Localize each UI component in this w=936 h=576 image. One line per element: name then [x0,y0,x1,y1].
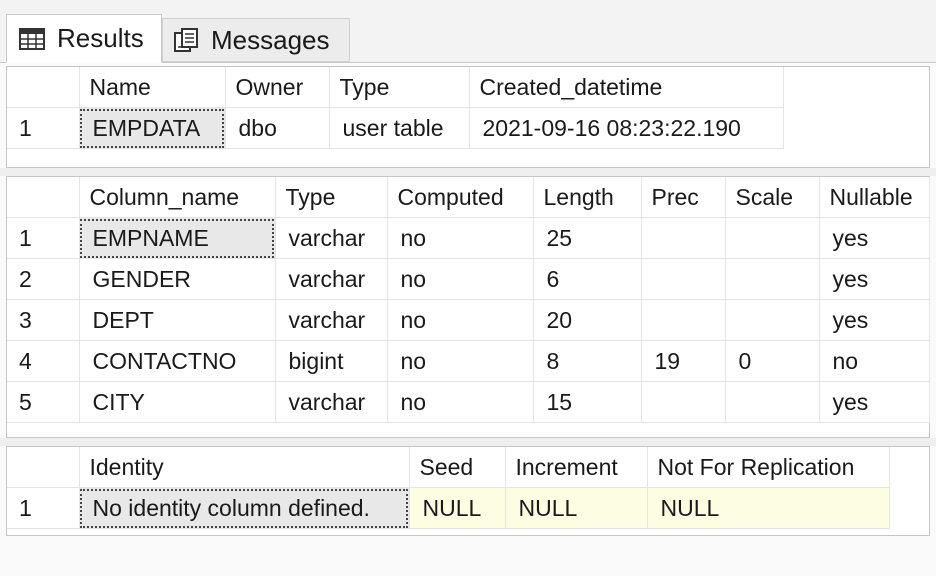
grid-cell[interactable] [725,299,820,341]
column-header[interactable]: Owner [225,67,330,108]
table-row: 4 CONTACTNO bigint no 8 19 0 no [7,340,930,382]
grid-cell[interactable] [641,217,726,259]
results-tabstrip: Results Messages [0,0,936,63]
grid-cell[interactable]: NULL [409,487,506,529]
grid-cell[interactable]: varchar [275,258,388,300]
row-number[interactable]: 2 [7,258,80,300]
grid-cell[interactable] [725,381,820,423]
grid-cell[interactable]: bigint [275,340,388,382]
grid-cell[interactable]: no [387,299,534,341]
identity-info-grid[interactable]: Identity Seed Increment Not For Replicat… [6,446,930,536]
grid-cell[interactable]: no [387,381,534,423]
table-row: 2 GENDER varchar no 6 yes [7,258,930,300]
grid-cell[interactable]: NULL [647,487,890,529]
grid-cell[interactable]: EMPNAME [79,217,276,259]
header-row: Column_name Type Computed Length Prec Sc… [7,177,930,218]
row-number[interactable]: 1 [7,487,80,529]
grid-cell[interactable]: yes [819,381,930,423]
grid-cell[interactable]: 20 [533,299,642,341]
column-header[interactable]: Not For Replication [647,447,890,488]
column-header[interactable]: Length [533,177,642,218]
column-header[interactable]: Nullable [819,177,930,218]
column-header[interactable]: Prec [641,177,726,218]
grid-cell[interactable]: 0 [725,340,820,382]
grid-cell[interactable]: No identity column defined. [79,487,410,529]
grid-cell[interactable]: no [387,340,534,382]
grid-cell[interactable]: varchar [275,217,388,259]
grid-cell[interactable]: 8 [533,340,642,382]
grid-cell[interactable]: 2021-09-16 08:23:22.190 [469,107,784,149]
grid-cell[interactable]: varchar [275,381,388,423]
grid-cell[interactable]: 25 [533,217,642,259]
column-header[interactable]: Seed [409,447,506,488]
grid-cell[interactable]: CITY [79,381,276,423]
grid-cell[interactable]: no [819,340,930,382]
grid-cell[interactable] [641,381,726,423]
column-header[interactable]: Created_datetime [469,67,784,108]
table-info-grid[interactable]: Name Owner Type Created_datetime 1 EMPDA… [6,66,930,168]
table-row: 3 DEPT varchar no 20 yes [7,299,930,341]
grid-cell[interactable]: 15 [533,381,642,423]
rownum-header [7,447,80,488]
grid-cell[interactable]: varchar [275,299,388,341]
grid-cell[interactable]: CONTACTNO [79,340,276,382]
table-row: 1 EMPDATA dbo user table 2021-09-16 08:2… [7,107,784,149]
grid-cell[interactable] [725,258,820,300]
row-number[interactable]: 5 [7,381,80,423]
column-header[interactable]: Column_name [79,177,276,218]
grid-cell[interactable] [641,258,726,300]
rownum-header [7,177,80,218]
row-number[interactable]: 3 [7,299,80,341]
tab-messages-label: Messages [211,24,330,55]
column-header[interactable]: Increment [505,447,648,488]
grid-cell[interactable]: no [387,217,534,259]
row-number[interactable]: 1 [7,107,80,149]
column-info-grid[interactable]: Column_name Type Computed Length Prec Sc… [6,176,930,438]
grid-cell[interactable]: EMPDATA [79,107,226,149]
tab-messages[interactable]: Messages [162,18,350,62]
grid-cell[interactable]: dbo [225,107,330,149]
column-header[interactable]: Type [275,177,388,218]
grid-cell[interactable] [725,217,820,259]
grid-cell[interactable]: 6 [533,258,642,300]
column-header[interactable]: Computed [387,177,534,218]
column-header[interactable]: Name [79,67,226,108]
grid-icon [19,27,45,50]
grid-cell[interactable]: yes [819,258,930,300]
messages-icon [173,27,199,53]
column-header[interactable]: Type [329,67,470,108]
rownum-header [7,67,80,108]
grid-cell[interactable]: 19 [641,340,726,382]
grid-cell[interactable]: yes [819,217,930,259]
header-row: Name Owner Type Created_datetime [7,67,784,108]
tab-results[interactable]: Results [6,14,162,63]
grid-cell[interactable]: yes [819,299,930,341]
grid-separator [0,438,936,446]
tab-results-label: Results [57,23,144,53]
grid-cell[interactable]: NULL [505,487,648,529]
row-number[interactable]: 1 [7,217,80,259]
grid-cell[interactable]: user table [329,107,470,149]
table-row: 1 No identity column defined. NULL NULL … [7,487,890,529]
header-row: Identity Seed Increment Not For Replicat… [7,447,890,488]
table-row: 1 EMPNAME varchar no 25 yes [7,217,930,259]
grid-separator [0,168,936,176]
grid-cell[interactable]: DEPT [79,299,276,341]
grid-cell[interactable]: no [387,258,534,300]
grid-cell[interactable] [641,299,726,341]
column-header[interactable]: Scale [725,177,820,218]
column-header[interactable]: Identity [79,447,410,488]
grid-cell[interactable]: GENDER [79,258,276,300]
table-row: 5 CITY varchar no 15 yes [7,381,930,423]
row-number[interactable]: 4 [7,340,80,382]
